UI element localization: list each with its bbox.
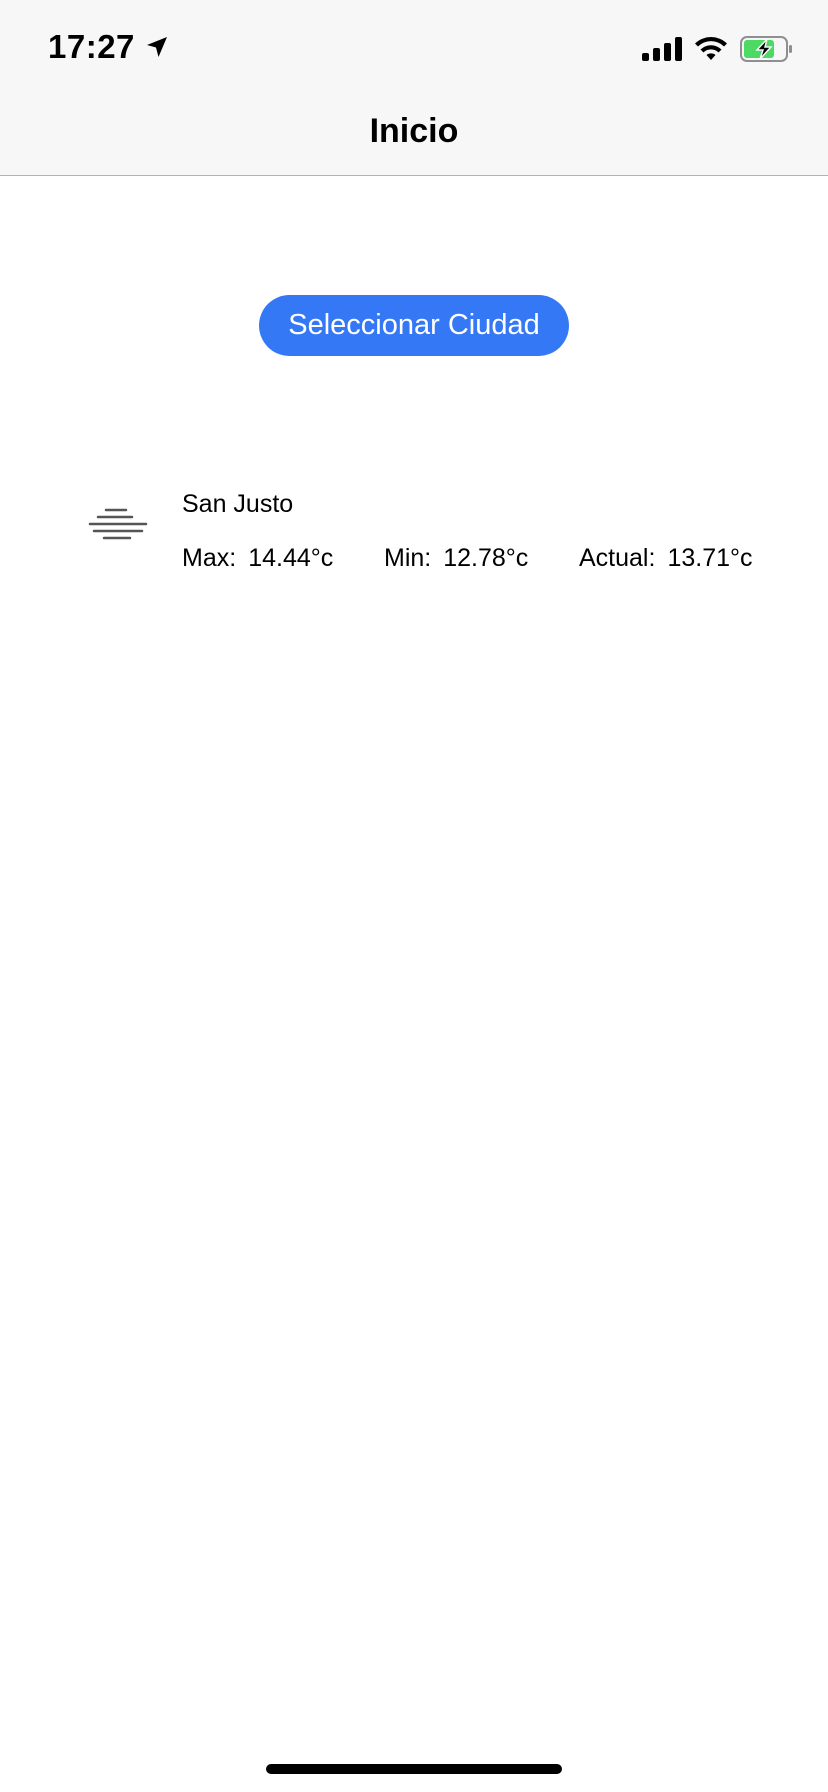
max-temperature: Max: 14.44°c <box>182 544 384 573</box>
fog-icon <box>88 508 148 540</box>
weather-list-item[interactable]: San Justo Max: 14.44°c Min: 12.78°c Actu… <box>0 480 828 590</box>
max-value: 14.44°c <box>248 544 334 572</box>
temperature-row: Max: 14.44°c Min: 12.78°c Actual: 13.71°… <box>182 544 753 573</box>
min-label: Min: <box>384 544 432 572</box>
battery-charging-icon <box>740 36 792 62</box>
app-screen: 17:27 Inicio Seleccionar Ciudad San Just… <box>0 0 828 1792</box>
city-name: San Justo <box>182 490 294 518</box>
home-indicator[interactable] <box>266 1764 562 1774</box>
page-title: Inicio <box>369 112 459 150</box>
status-icons <box>642 36 794 62</box>
location-arrow-icon <box>146 37 167 57</box>
min-value: 12.78°c <box>443 544 529 572</box>
current-label: Actual: <box>579 544 656 572</box>
select-city-button[interactable]: Seleccionar Ciudad <box>259 295 569 356</box>
status-time: 17:27 <box>48 28 135 65</box>
current-value: 13.71°c <box>667 544 753 572</box>
min-temperature: Min: 12.78°c <box>384 544 579 573</box>
top-bar: 17:27 Inicio <box>0 0 828 176</box>
current-temperature: Actual: 13.71°c <box>579 544 753 573</box>
max-label: Max: <box>182 544 237 572</box>
status-time-group: 17:27 <box>48 28 169 66</box>
cellular-signal-icon <box>642 37 682 61</box>
wifi-icon <box>695 37 727 60</box>
